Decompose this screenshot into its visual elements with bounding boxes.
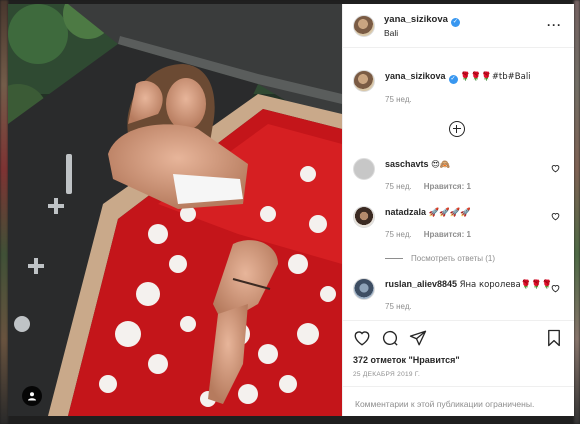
comment-item: natadzala 🚀🚀🚀🚀 75 нед. Нравится: 1: [343, 206, 574, 241]
comment-item: saschavts 😍🙈 75 нед. Нравится: 1: [343, 158, 574, 193]
heart-icon[interactable]: [353, 329, 371, 347]
post-photo[interactable]: [8, 4, 342, 416]
comment-username[interactable]: natadzala: [385, 207, 426, 217]
comment-text: 😍🙈: [431, 160, 451, 170]
commenter-avatar[interactable]: [353, 206, 375, 228]
post-actions: 372 отметок "Нравится" 25 ДЕКАБРЯ 2019 Г…: [343, 320, 574, 421]
comments-list[interactable]: yana_sizikova ✓ 🌹🌹🌹#tb#Bali 75 нед. sasch…: [343, 48, 574, 320]
comment-icon[interactable]: [381, 329, 399, 347]
comment-username[interactable]: saschavts: [385, 159, 429, 169]
post-date[interactable]: 25 ДЕКАБРЯ 2019 Г.: [353, 371, 420, 378]
comment-likes[interactable]: Нравится: 1: [424, 230, 471, 239]
post-header: yana_sizikova ✓ Bali ···: [343, 4, 574, 48]
comment-likes[interactable]: Нравится: 1: [424, 182, 471, 191]
comment-text: 🚀🚀🚀🚀: [428, 208, 471, 218]
comment-text: Яна королева🌹🌹🌹: [459, 280, 553, 290]
comment-time[interactable]: 75 нед.: [385, 230, 412, 239]
comments-limited-notice: Комментарии к этой публикации ограничены…: [343, 386, 574, 421]
commenter-avatar[interactable]: [353, 278, 375, 300]
view-replies-link[interactable]: Посмотреть ответы (1): [385, 254, 495, 263]
post-location[interactable]: Bali: [384, 27, 460, 39]
comment-time[interactable]: 75 нед.: [385, 302, 412, 311]
verified-badge-icon: ✓: [448, 75, 458, 84]
post-image: [8, 4, 342, 416]
caption-username[interactable]: yana_sizikova: [385, 71, 446, 81]
user-tag-icon[interactable]: [22, 386, 42, 406]
caption-text: 🌹🌹🌹#tb#Bali: [460, 72, 531, 82]
author-avatar[interactable]: [353, 70, 375, 92]
commenter-avatar[interactable]: [353, 158, 375, 180]
share-icon[interactable]: [409, 329, 427, 347]
caption-time[interactable]: 75 нед.: [385, 94, 564, 106]
bookmark-icon[interactable]: [546, 329, 562, 347]
verified-badge-icon: ✓: [450, 17, 460, 27]
likes-count[interactable]: 372 отметок "Нравится": [353, 355, 460, 365]
plus-circle-icon[interactable]: [449, 121, 465, 137]
comment-username[interactable]: ruslan_aliev8845: [385, 279, 457, 289]
comment-heart-icon[interactable]: [551, 164, 560, 173]
comment-heart-icon[interactable]: [551, 284, 560, 293]
comment-time[interactable]: 75 нед.: [385, 182, 412, 191]
post-side-panel: yana_sizikova ✓ Bali ··· yana_sizikova ✓ 🌹…: [342, 4, 574, 416]
comment-heart-icon[interactable]: [551, 212, 560, 221]
more-options-icon[interactable]: ···: [547, 18, 562, 32]
author-username[interactable]: yana_sizikova: [384, 14, 448, 25]
caption: yana_sizikova ✓ 🌹🌹🌹#tb#Bali 75 нед.: [343, 70, 574, 106]
comment-item: ruslan_aliev8845 Яна королева🌹🌹🌹 75 нед.: [343, 278, 574, 313]
author-avatar[interactable]: [353, 14, 375, 37]
